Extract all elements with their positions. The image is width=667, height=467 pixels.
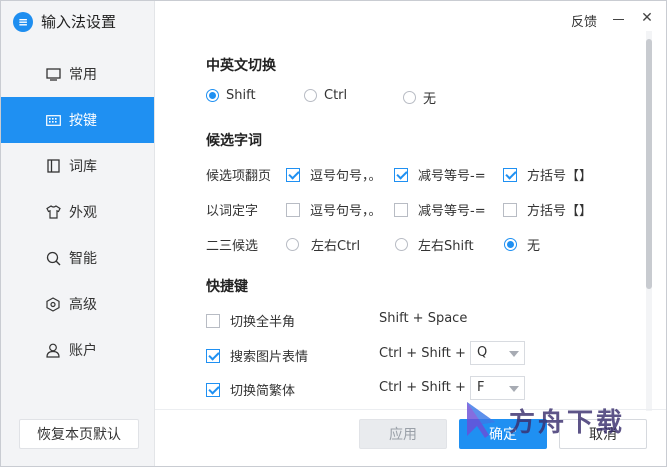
checkbox-label: 方括号【】 <box>527 204 593 219</box>
checkbox-label: 方括号【】 <box>527 169 593 184</box>
hotkey-combo-text: Ctrl + Shift + <box>379 346 466 361</box>
chevron-down-icon <box>509 351 519 357</box>
book-icon <box>45 158 61 174</box>
restore-default-button[interactable]: 恢复本页默认 <box>19 419 139 449</box>
checkbox[interactable] <box>394 167 408 182</box>
minimize-icon[interactable] <box>612 11 626 25</box>
radio-second-third-none[interactable]: 无 <box>504 235 540 254</box>
keyboard-icon <box>45 112 61 128</box>
hexagon-icon <box>45 296 61 312</box>
radio-label: 左右Shift <box>418 239 474 254</box>
sidebar-item-account[interactable]: 账户 <box>1 327 154 373</box>
radio-switch-shift[interactable]: Shift <box>206 88 256 103</box>
checkbox-label: 逗号句号，。 <box>310 204 382 219</box>
settings-content: 中英文切换 Shift Ctrl 无 候选字词 候选项翻页 逗号句号，。 减号等… <box>155 31 649 411</box>
section-title-switch: 中英文切换 <box>206 58 276 74</box>
checkbox-select-char-minus[interactable]: 减号等号-= <box>394 200 486 219</box>
search-icon <box>45 250 61 266</box>
section-title-candidate: 候选字词 <box>206 133 262 149</box>
sidebar-item-label: 账户 <box>69 343 97 359</box>
hotkey-combo-text: Ctrl + Shift + <box>379 380 466 395</box>
sidebar-item-label: 按键 <box>69 113 97 129</box>
watermark: 方舟下载 <box>463 397 643 443</box>
radio-second-third-shift[interactable]: 左右Shift <box>395 235 474 254</box>
sidebar-item-label: 智能 <box>69 251 97 267</box>
checkbox-hotkey-emoji[interactable]: 搜索图片表情 <box>206 346 308 365</box>
sidebar-item-advanced[interactable]: 高级 <box>1 281 154 327</box>
checkbox[interactable] <box>206 382 220 397</box>
checkbox[interactable] <box>503 167 517 182</box>
hotkey-combo-text: Shift + Space <box>379 311 468 326</box>
monitor-icon <box>45 66 61 82</box>
checkbox-label: 减号等号-= <box>418 169 486 184</box>
row-label-page-turn: 候选项翻页 <box>206 169 272 184</box>
app-logo-icon: ≡ <box>13 11 33 32</box>
feedback-link[interactable]: 反馈 <box>571 11 597 30</box>
radio-button[interactable] <box>403 91 416 104</box>
checkbox-label: 切换简繁体 <box>230 384 296 399</box>
checkbox-select-char-comma[interactable]: 逗号句号，。 <box>286 200 382 219</box>
row-label-second-third: 二三候选 <box>206 239 259 254</box>
radio-switch-ctrl[interactable]: Ctrl <box>304 88 347 103</box>
checkbox[interactable] <box>206 348 220 363</box>
sidebar-item-label: 高级 <box>69 297 97 313</box>
apply-button[interactable]: 应用 <box>359 419 447 449</box>
sidebar-item-keys[interactable]: 按键 <box>1 97 154 143</box>
radio-second-third-ctrl[interactable]: 左右Ctrl <box>286 235 360 254</box>
hotkey-key-select[interactable]: Q <box>470 341 525 365</box>
checkbox-label: 减号等号-= <box>418 204 486 219</box>
sidebar-item-smart[interactable]: 智能 <box>1 235 154 281</box>
sidebar-item-common[interactable]: 常用 <box>1 51 154 97</box>
app-title-text: 输入法设置 <box>41 13 117 31</box>
sidebar-item-lexicon[interactable]: 词库 <box>1 143 154 189</box>
radio-button[interactable] <box>304 89 317 102</box>
checkbox-label: 逗号句号，。 <box>310 169 382 184</box>
checkbox-page-turn-comma[interactable]: 逗号句号，。 <box>286 165 382 184</box>
checkbox-hotkey-traditional[interactable]: 切换简繁体 <box>206 380 295 399</box>
sidebar-item-label: 外观 <box>69 205 97 221</box>
checkbox[interactable] <box>503 202 517 217</box>
close-icon[interactable]: ✕ <box>640 11 654 25</box>
checkbox-label: 搜索图片表情 <box>230 350 309 365</box>
radio-switch-none[interactable]: 无 <box>403 88 436 107</box>
watermark-text: 方舟下载 <box>509 407 626 438</box>
sidebar-item-label: 常用 <box>69 67 97 83</box>
checkbox[interactable] <box>206 313 220 328</box>
checkbox-select-char-bracket[interactable]: 方括号【】 <box>503 200 592 219</box>
checkbox[interactable] <box>286 167 300 182</box>
shirt-icon <box>45 204 61 220</box>
select-value: F <box>477 380 485 395</box>
radio-label: Ctrl <box>324 88 348 103</box>
select-value: Q <box>477 345 488 360</box>
app-title: ≡ 输入法设置 <box>13 11 116 32</box>
checkbox[interactable] <box>394 202 408 217</box>
settings-window: ≡ 输入法设置 常用 按键 词库 外观 智能 高级 账户 恢复本页默认 反馈 ✕… <box>0 0 667 467</box>
sidebar-nav: 常用 按键 词库 外观 智能 高级 账户 <box>1 51 154 373</box>
sidebar-item-label: 词库 <box>69 159 97 175</box>
checkbox-page-turn-minus[interactable]: 减号等号-= <box>394 165 486 184</box>
radio-label: 无 <box>423 92 437 107</box>
radio-button[interactable] <box>504 238 517 251</box>
checkbox[interactable] <box>286 202 300 217</box>
section-title-hotkey: 快捷键 <box>206 279 248 295</box>
radio-button[interactable] <box>206 89 219 102</box>
radio-label: Shift <box>226 88 256 103</box>
checkbox-label: 切换全半角 <box>230 315 296 330</box>
row-label-select-char: 以词定字 <box>206 204 259 219</box>
radio-button[interactable] <box>286 238 299 251</box>
watermark-logo-icon <box>463 400 501 440</box>
sidebar: ≡ 输入法设置 常用 按键 词库 外观 智能 高级 账户 恢复本页默认 <box>1 1 155 466</box>
chevron-down-icon <box>509 386 519 392</box>
checkbox-hotkey-fullwidth[interactable]: 切换全半角 <box>206 311 295 330</box>
radio-button[interactable] <box>395 238 408 251</box>
scrollbar-thumb[interactable] <box>646 39 652 289</box>
radio-label: 左右Ctrl <box>311 239 361 254</box>
radio-label: 无 <box>527 239 541 254</box>
sidebar-item-appearance[interactable]: 外观 <box>1 189 154 235</box>
user-icon <box>45 342 61 358</box>
checkbox-page-turn-bracket[interactable]: 方括号【】 <box>503 165 592 184</box>
